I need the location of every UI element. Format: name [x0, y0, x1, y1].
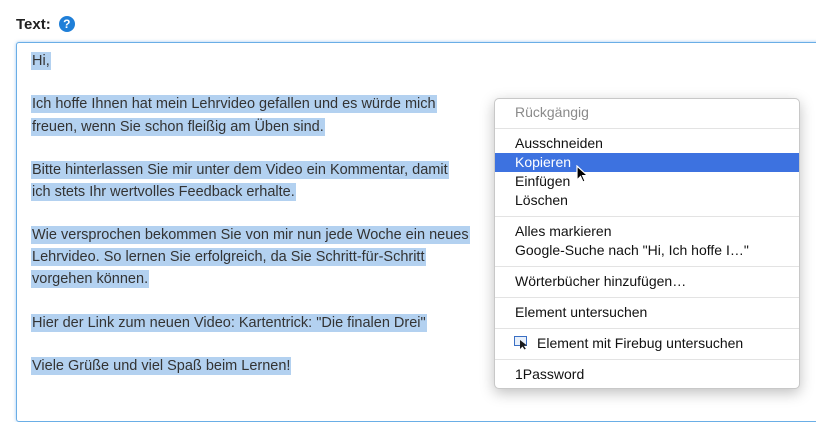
menu-item-undo[interactable]: Rückgängig [495, 103, 799, 122]
text-line: ich stets Ihr wertvolles Feedback erhalt… [31, 183, 296, 201]
text-field-label: Text: [16, 15, 51, 33]
menu-item-cut[interactable]: Ausschneiden [495, 134, 799, 153]
menu-item-add-dictionaries[interactable]: Wörterbücher hinzufügen… [495, 272, 799, 291]
menu-item-firebug-inspect[interactable]: Element mit Firebug untersuchen [495, 334, 799, 353]
text-line: Hier der Link zum neuen Video: Kartentri… [31, 314, 427, 332]
help-icon[interactable]: ? [58, 16, 75, 32]
text-line: Bitte hinterlassen Sie mir unter dem Vid… [31, 161, 449, 179]
field-label-row: Text: ? [16, 14, 75, 34]
menu-separator [495, 216, 799, 217]
text-line: freuen, wenn Sie schon fleißig am Üben s… [31, 118, 325, 136]
menu-item-delete[interactable]: Löschen [495, 191, 799, 210]
menu-item-inspect-element[interactable]: Element untersuchen [495, 303, 799, 322]
menu-separator [495, 359, 799, 360]
text-line: Hi, [31, 52, 51, 70]
menu-separator [495, 297, 799, 298]
menu-item-1password[interactable]: 1Password [495, 365, 799, 384]
menu-item-paste[interactable]: Einfügen [495, 172, 799, 191]
menu-item-select-all[interactable]: Alles markieren [495, 222, 799, 241]
text-line: Lehrvideo. So lernen Sie erfolgreich, da… [31, 248, 426, 266]
mouse-pointer-icon [576, 165, 590, 183]
menu-separator [495, 128, 799, 129]
text-line: Ich hoffe Ihnen hat mein Lehrvideo gefal… [31, 95, 437, 113]
menu-separator [495, 328, 799, 329]
menu-separator [495, 266, 799, 267]
text-line: Wie versprochen bekommen Sie von mir nun… [31, 226, 470, 244]
menu-item-google-search[interactable]: Google-Suche nach "Hi, Ich hoffe I…" [495, 241, 799, 260]
context-menu: Rückgängig Ausschneiden Kopieren Einfüge… [494, 98, 800, 389]
text-line: Viele Grüße und viel Spaß beim Lernen! [31, 357, 292, 375]
text-line: vorgehen können. [31, 270, 150, 288]
menu-item-copy[interactable]: Kopieren [495, 153, 799, 172]
